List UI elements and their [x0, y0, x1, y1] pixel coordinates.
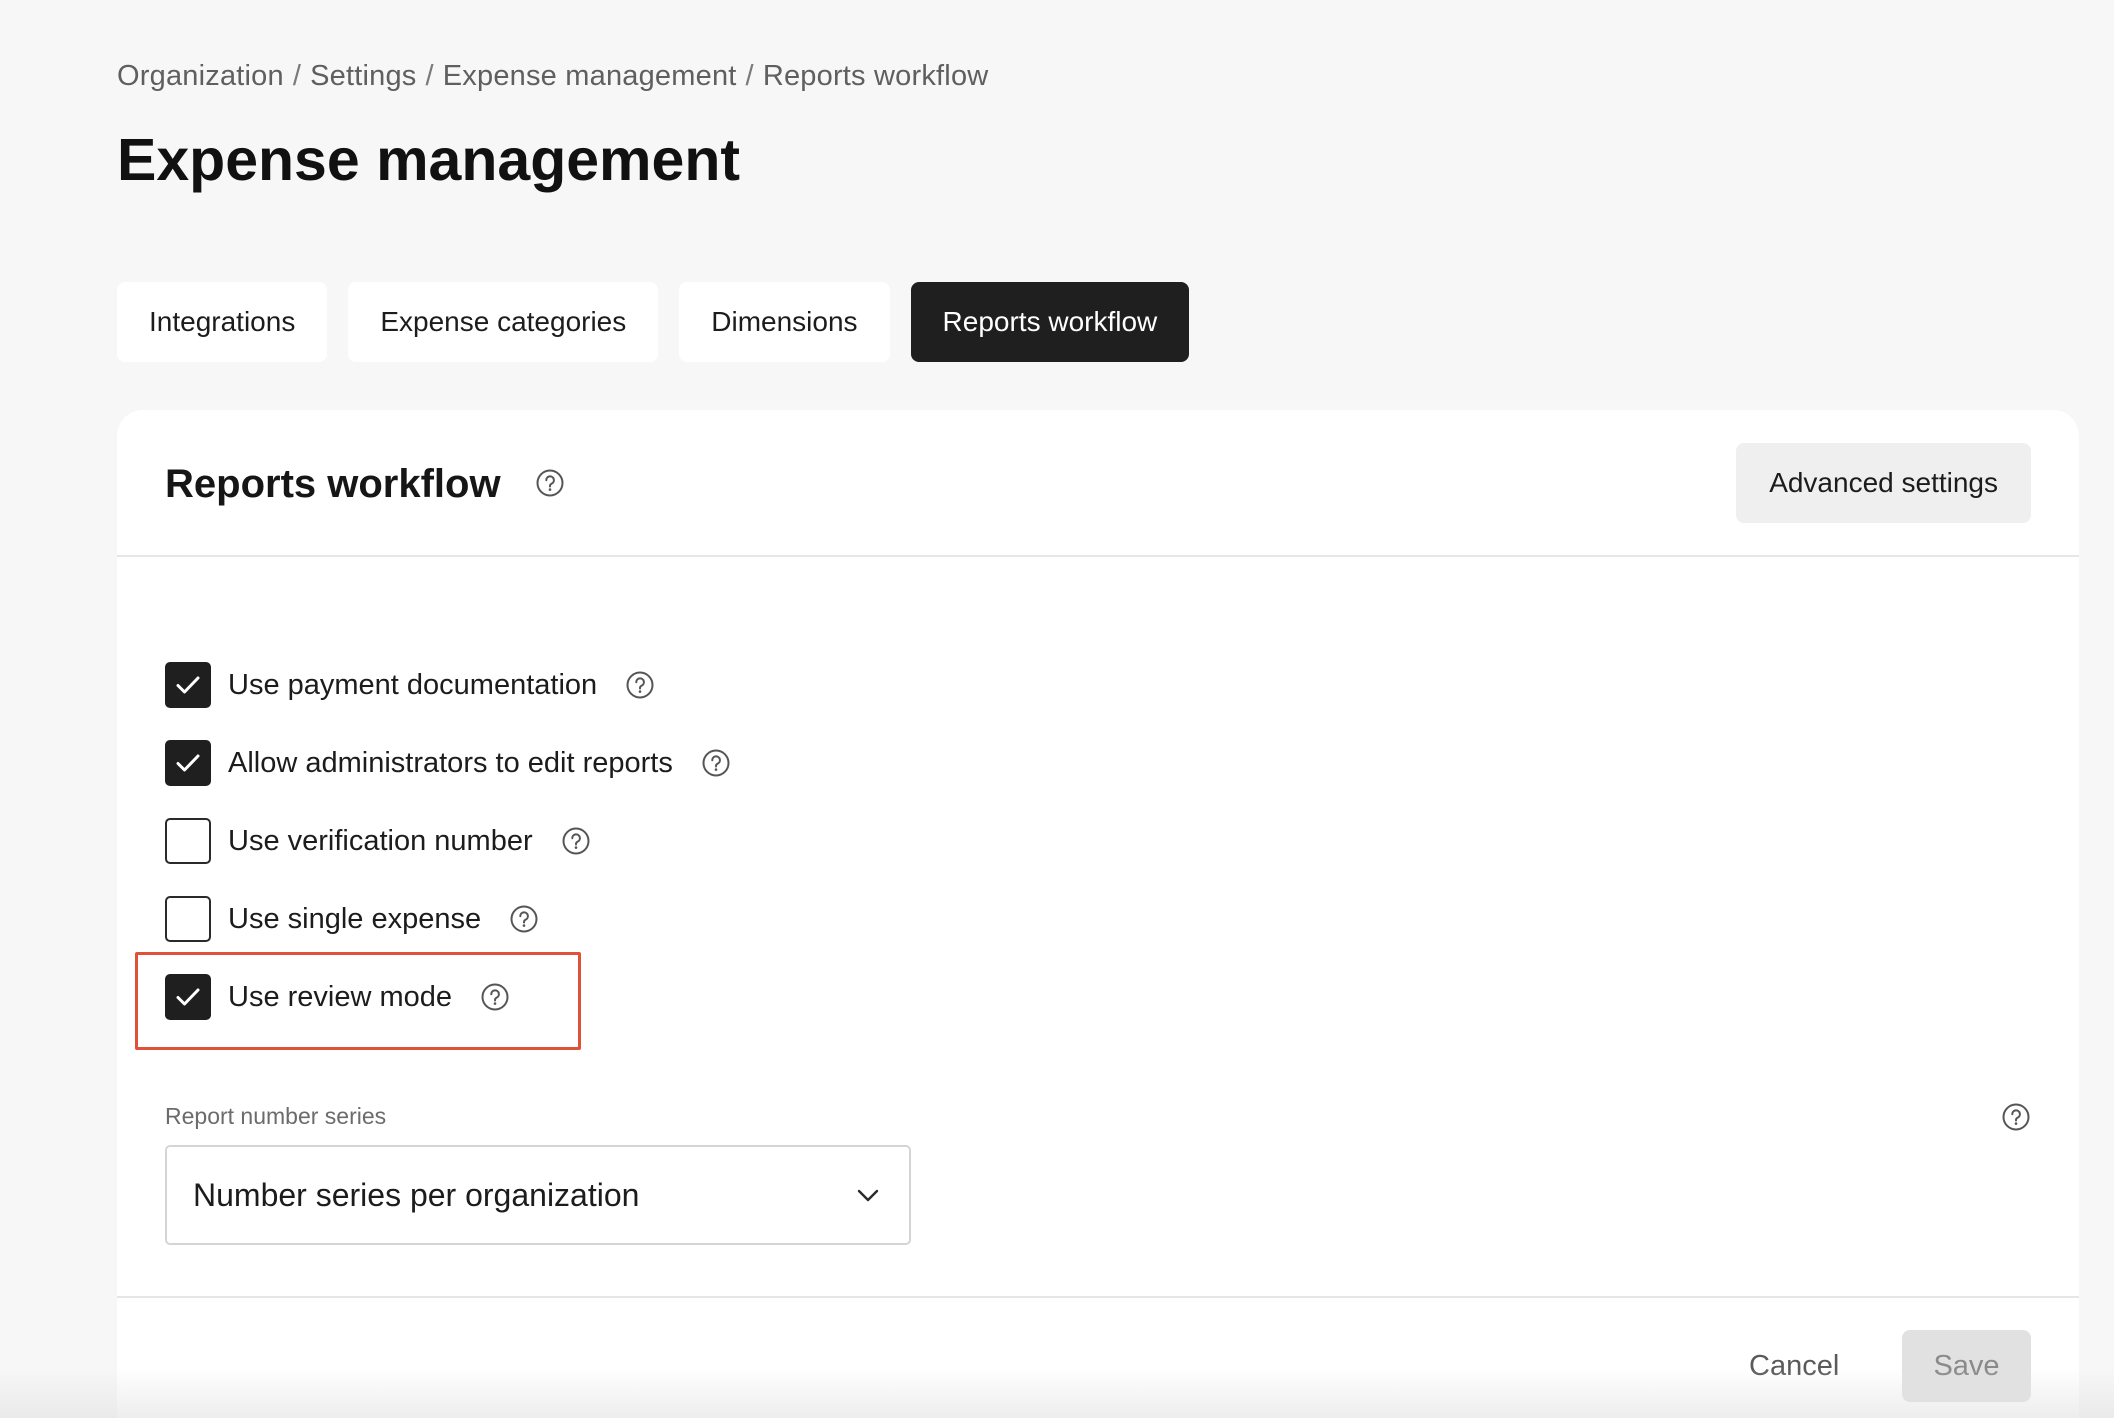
select-value: Number series per organization — [193, 1176, 640, 1213]
breadcrumb: Organization / Settings / Expense management… — [117, 60, 988, 93]
cancel-button[interactable]: Cancel — [1721, 1330, 1867, 1402]
checkbox[interactable] — [165, 896, 211, 942]
tab-integrations[interactable]: Integrations — [117, 282, 328, 362]
page: Organization / Settings / Expense management… — [0, 0, 2114, 1418]
breadcrumb-item-reports-workflow: Reports workflow — [762, 60, 989, 92]
checkbox[interactable] — [165, 662, 211, 708]
chevron-down-icon — [853, 1180, 883, 1210]
footer-divider — [117, 1296, 2079, 1298]
question-circle-icon[interactable] — [480, 982, 510, 1012]
option-label: Allow administrators to edit reports — [228, 746, 673, 779]
option-label: Use single expense — [228, 902, 482, 935]
card-header: Reports workflow Advanced settings — [117, 410, 2079, 557]
checkmark-icon — [176, 676, 200, 694]
question-circle-icon[interactable] — [561, 826, 591, 856]
option-label: Use payment documentation — [228, 668, 598, 701]
save-button[interactable]: Save — [1902, 1330, 2031, 1402]
question-circle-icon[interactable] — [625, 670, 655, 700]
option-label: Use review mode — [228, 980, 453, 1013]
option-label: Use verification number — [228, 824, 533, 857]
checkbox[interactable] — [165, 818, 211, 864]
checkmark-icon — [176, 988, 200, 1006]
card-title: Reports workflow — [165, 462, 501, 506]
breadcrumb-separator: / — [425, 60, 434, 92]
option-use-review-mode[interactable]: Use review mode — [165, 974, 731, 1020]
checkbox[interactable] — [165, 974, 211, 1020]
tab-dimensions[interactable]: Dimensions — [679, 282, 890, 362]
advanced-settings-button[interactable]: Advanced settings — [1736, 443, 2031, 523]
breadcrumb-item-organization[interactable]: Organization — [117, 60, 284, 92]
checkbox[interactable] — [165, 740, 211, 786]
tab-bar: Integrations Expense categories Dimensio… — [117, 282, 1190, 362]
tab-reports-workflow[interactable]: Reports workflow — [910, 282, 1190, 362]
checkmark-icon — [176, 754, 200, 772]
workflow-options: Use payment documentation Allow administ… — [165, 662, 731, 1052]
question-circle-icon[interactable] — [701, 748, 731, 778]
option-use-payment-documentation[interactable]: Use payment documentation — [165, 662, 731, 708]
tab-expense-categories[interactable]: Expense categories — [348, 282, 659, 362]
report-number-series-label: Report number series — [165, 1103, 387, 1129]
option-allow-admins-edit-reports[interactable]: Allow administrators to edit reports — [165, 740, 731, 786]
question-circle-icon[interactable] — [509, 904, 539, 934]
breadcrumb-item-expense-management[interactable]: Expense management — [443, 60, 737, 92]
question-circle-icon[interactable] — [535, 468, 565, 498]
reports-workflow-card: Reports workflow Advanced settings Use p… — [117, 410, 2079, 1418]
option-use-verification-number[interactable]: Use verification number — [165, 818, 731, 864]
page-title: Expense management — [117, 127, 741, 193]
breadcrumb-separator: / — [745, 60, 754, 92]
question-circle-icon[interactable] — [2001, 1102, 2031, 1132]
breadcrumb-separator: / — [292, 60, 302, 92]
report-number-series-select[interactable]: Number series per organization — [165, 1145, 911, 1245]
breadcrumb-item-settings[interactable]: Settings — [310, 60, 416, 92]
option-use-single-expense[interactable]: Use single expense — [165, 896, 731, 942]
